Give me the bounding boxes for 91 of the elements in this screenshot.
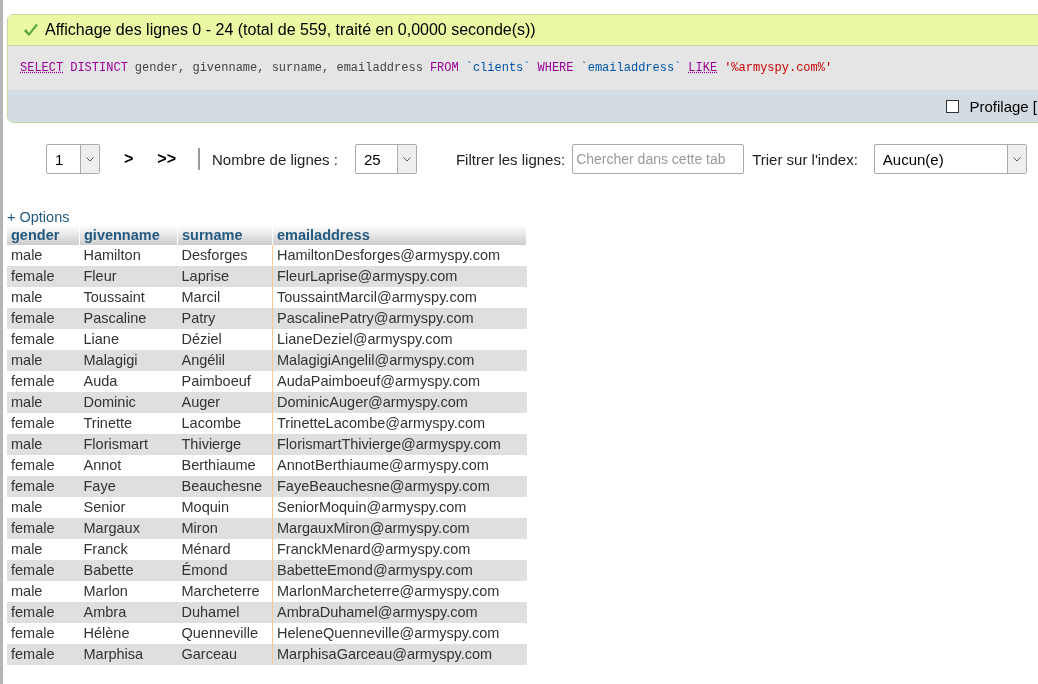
- filter-label: Filtrer les lignes:: [455, 150, 566, 168]
- table-cell: Marphisa: [79, 644, 178, 665]
- table-cell: male: [7, 287, 80, 308]
- table-cell: Hélène: [79, 623, 178, 644]
- sql-token: `emailaddress`: [580, 61, 682, 75]
- chevron-down-icon: [86, 156, 94, 162]
- table-cell: Émond: [177, 560, 273, 581]
- table-cell: Ménard: [177, 539, 273, 560]
- table-cell: Franck: [79, 539, 178, 560]
- table-cell: Garceau: [177, 644, 273, 665]
- table-cell: male: [7, 434, 80, 455]
- column-header[interactable]: givenname: [79, 225, 178, 245]
- table-cell: Faye: [79, 476, 178, 497]
- table-cell: female: [7, 329, 80, 350]
- table-cell: male: [7, 497, 80, 518]
- table-cell: Quenneville: [177, 623, 273, 644]
- chevron-down-icon: [402, 156, 411, 162]
- table-cell: Marlon: [79, 581, 178, 602]
- table-cell: Annot: [79, 455, 178, 476]
- profiling-checkbox[interactable]: [946, 99, 960, 113]
- table-cell: Marcheterre: [177, 581, 273, 602]
- table-cell: Auger: [177, 392, 273, 413]
- table-cell: Babette: [79, 560, 178, 581]
- table-cell: Florismart: [79, 434, 178, 455]
- table-cell: Ambra: [79, 602, 178, 623]
- table-cell: Moquin: [177, 497, 273, 518]
- table-cell: female: [7, 476, 80, 497]
- sql-token: LIKE: [688, 61, 718, 75]
- table-cell: Trinette: [79, 413, 178, 434]
- rows-label: Nombre de lignes :: [212, 150, 338, 168]
- options-link[interactable]: + Options: [7, 209, 1038, 225]
- table-cell: male: [7, 581, 80, 602]
- table-cell: female: [7, 602, 80, 623]
- table-cell: Patry: [177, 308, 273, 329]
- column-header[interactable]: gender: [7, 225, 80, 245]
- filter-input[interactable]: Chercher dans cette tab: [572, 144, 745, 174]
- message-text: Affichage des lignes 0 - 24 (total de 559, traité en 0,0000 seconde(s)): [45, 21, 536, 39]
- table-cell: female: [7, 623, 80, 644]
- table-cell: Duhamel: [177, 602, 273, 623]
- sql-token: SELECT: [20, 61, 64, 75]
- table-cell: female: [7, 413, 80, 434]
- table-cell: Marcil: [177, 287, 273, 308]
- sql-token: '%armyspy.com%': [724, 61, 833, 75]
- sort-select[interactable]: Aucun(e): [873, 144, 1027, 174]
- table-cell: female: [7, 455, 80, 476]
- table-cell: Pascaline: [79, 308, 178, 329]
- table-cell: Auda: [79, 371, 178, 392]
- table-cell: Laprise: [177, 266, 273, 287]
- table-cell: Lacombe: [177, 413, 273, 434]
- table-cell: Malagigi: [79, 350, 178, 371]
- sort-label: Trier sur l'index:: [752, 150, 858, 168]
- table-cell: Hamilton: [79, 245, 178, 266]
- column-header[interactable]: emailaddress: [272, 225, 527, 245]
- table-cell: Miron: [177, 518, 273, 539]
- table-cell: Angélil: [177, 350, 273, 371]
- sql-token: WHERE: [537, 61, 574, 75]
- table-cell: female: [7, 560, 80, 581]
- table-cell: Toussaint: [79, 287, 178, 308]
- sql-token: gender, givenname, surname, emailaddress: [134, 61, 423, 75]
- table-cell: male: [7, 539, 80, 560]
- table-cell: Fleur: [79, 266, 178, 287]
- sql-token: DISTINCT: [70, 61, 128, 75]
- checkmark-icon: [23, 23, 39, 37]
- table-cell: female: [7, 518, 80, 539]
- next-page-link[interactable]: >: [124, 150, 134, 168]
- table-cell: male: [7, 350, 80, 371]
- sql-token: FROM: [429, 61, 459, 75]
- profiling-label: Profilage [: [969, 97, 1037, 115]
- table-cell: MarphisaGarceau@armyspy.com: [272, 644, 527, 665]
- table-cell: Desforges: [177, 245, 273, 266]
- table-cell: female: [7, 266, 80, 287]
- table-cell: Berthiaume: [177, 455, 273, 476]
- table-cell: Beauchesne: [177, 476, 273, 497]
- table-cell: Margaux: [79, 518, 178, 539]
- table-cell: Déziel: [177, 329, 273, 350]
- sql-token: `clients`: [465, 61, 531, 75]
- table-cell: female: [7, 371, 80, 392]
- table-cell: Paimboeuf: [177, 371, 273, 392]
- last-page-link[interactable]: >>: [157, 150, 177, 168]
- table-cell: Senior: [79, 497, 178, 518]
- table-cell: male: [7, 245, 80, 266]
- table-cell: female: [7, 644, 80, 665]
- table-cell: male: [7, 392, 80, 413]
- page-select[interactable]: 1: [46, 144, 100, 174]
- table-cell: Thivierge: [177, 434, 273, 455]
- chevron-down-icon: [1012, 156, 1021, 162]
- column-header[interactable]: surname: [177, 225, 273, 245]
- table-cell: Liane: [79, 329, 178, 350]
- table-cell: female: [7, 308, 80, 329]
- table-cell: Dominic: [79, 392, 178, 413]
- rows-select[interactable]: 25: [354, 144, 417, 174]
